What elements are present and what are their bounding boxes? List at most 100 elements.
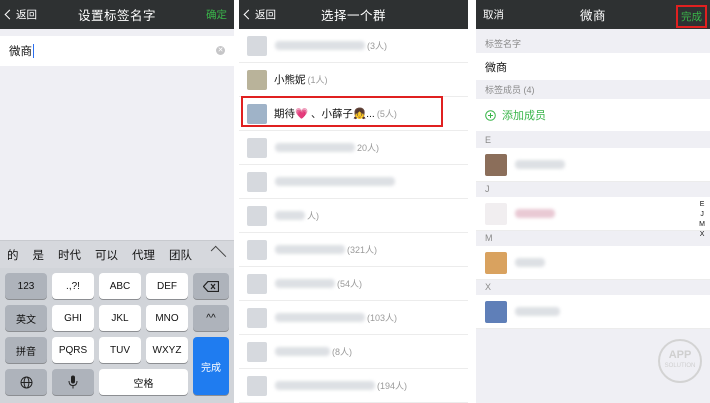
- candidate-item[interactable]: 可以: [88, 247, 125, 263]
- section-letter: X: [485, 282, 492, 292]
- chevron-up-icon[interactable]: [210, 245, 227, 262]
- chevron-left-icon: [243, 9, 254, 20]
- input-value: 微商: [9, 46, 32, 58]
- group-avatar: [247, 273, 267, 294]
- key-123[interactable]: 123: [5, 273, 47, 299]
- group-row[interactable]: (3人): [239, 29, 468, 63]
- key-mno[interactable]: MNO: [146, 305, 188, 331]
- add-member-button[interactable]: 添加成员: [476, 99, 710, 131]
- group-count: (8人): [332, 347, 352, 357]
- blurred-name: [515, 160, 565, 169]
- key-done[interactable]: 完成: [193, 337, 229, 395]
- microphone-icon: [68, 375, 78, 389]
- index-letter[interactable]: X: [699, 230, 705, 240]
- candidate-item[interactable]: 团队: [162, 247, 199, 263]
- member-row[interactable]: [476, 246, 710, 280]
- alphabet-index[interactable]: E J M X: [699, 200, 705, 240]
- members-header: 标签成员 (4): [485, 84, 535, 95]
- tag-name-input[interactable]: 微商 ✕: [0, 36, 234, 66]
- key-wxyz[interactable]: WXYZ: [146, 337, 188, 363]
- back-button[interactable]: 返回: [4, 0, 37, 29]
- add-circle-icon: [485, 109, 496, 121]
- confirm-button[interactable]: 确定: [206, 0, 227, 29]
- key-pqrs[interactable]: PQRS: [52, 337, 94, 363]
- text-cursor: [33, 44, 34, 58]
- tag-name-field[interactable]: 微商: [476, 53, 710, 80]
- tag-detail-screen: 取消 微商 完成 标签名字 微商 标签成员 (4) 添加成员 E J M X E…: [476, 0, 710, 403]
- backspace-key[interactable]: [193, 273, 229, 299]
- selection-highlight: [241, 96, 443, 127]
- group-row[interactable]: 人): [239, 199, 468, 233]
- index-letter[interactable]: J: [699, 210, 705, 220]
- section-letter: M: [485, 233, 493, 243]
- key-def[interactable]: DEF: [146, 273, 188, 299]
- key-pinyin[interactable]: 拼音: [5, 337, 47, 363]
- member-row[interactable]: [476, 148, 710, 182]
- blurred-name: [275, 279, 335, 288]
- blurred-name: [275, 381, 375, 390]
- key-english[interactable]: 英文: [5, 305, 47, 331]
- group-count: (103人): [367, 313, 398, 323]
- member-row[interactable]: [476, 295, 710, 329]
- cancel-button[interactable]: 取消: [483, 0, 504, 29]
- select-group-screen: 返回 选择一个群 (3人) 小熊妮 (1人) 期待💗 、小薛子👧... (5人)…: [239, 0, 468, 403]
- key-abc[interactable]: ABC: [99, 273, 141, 299]
- blurred-name: [275, 347, 330, 356]
- done-button[interactable]: 完成: [676, 5, 707, 28]
- candidate-item[interactable]: 是: [26, 247, 52, 263]
- blurred-name: [515, 258, 545, 267]
- member-row[interactable]: [476, 197, 710, 231]
- key-jkl[interactable]: JKL: [99, 305, 141, 331]
- group-avatar: [247, 375, 267, 396]
- candidate-item[interactable]: 代理: [125, 247, 162, 263]
- nav-bar: 返回 设置标签名字 确定: [0, 0, 234, 29]
- mic-key[interactable]: [52, 369, 94, 395]
- group-avatar: [247, 171, 267, 192]
- section-letter: E: [485, 135, 492, 145]
- group-row[interactable]: (8人): [239, 335, 468, 369]
- candidate-item[interactable]: 时代: [51, 247, 88, 263]
- globe-key[interactable]: [5, 369, 47, 395]
- blurred-name: [275, 143, 355, 152]
- key-ghi[interactable]: GHI: [52, 305, 94, 331]
- chevron-left-icon: [4, 9, 15, 20]
- backspace-icon: [203, 280, 219, 292]
- blurred-name: [275, 41, 365, 50]
- tag-name-header: 标签名字: [485, 38, 522, 49]
- watermark-sub: SOLUTION: [664, 363, 696, 369]
- blurred-name: [515, 307, 560, 316]
- key-emoji[interactable]: ^^: [193, 305, 229, 331]
- blurred-name: [275, 177, 395, 186]
- index-letter[interactable]: M: [699, 220, 705, 230]
- back-button[interactable]: 返回: [243, 0, 276, 29]
- group-avatar: [247, 205, 267, 226]
- page-title: 选择一个群: [320, 9, 386, 23]
- group-count: (1人): [307, 75, 328, 85]
- group-row[interactable]: (54人): [239, 267, 468, 301]
- page-title: 微商: [579, 9, 606, 23]
- page-title: 设置标签名字: [77, 9, 156, 23]
- group-avatar: [247, 137, 267, 158]
- add-member-label: 添加成员: [502, 110, 546, 122]
- candidate-bar: 的 是 时代 可以 代理 团队: [0, 240, 234, 268]
- key-punct[interactable]: .,?!: [52, 273, 94, 299]
- key-space[interactable]: 空格: [99, 369, 188, 395]
- group-row[interactable]: 小熊妮 (1人): [239, 63, 468, 97]
- group-row[interactable]: (194人): [239, 369, 468, 403]
- watermark-main: APP: [668, 349, 692, 361]
- key-tuv[interactable]: TUV: [99, 337, 141, 363]
- group-avatar: [247, 239, 267, 260]
- clear-icon[interactable]: ✕: [216, 46, 225, 55]
- set-tag-name-screen: 返回 设置标签名字 确定 微商 ✕ 的 是 时代 可以 代理 团队 123 .,…: [0, 0, 234, 403]
- group-row[interactable]: (103人): [239, 301, 468, 335]
- group-row[interactable]: 20人): [239, 131, 468, 165]
- index-letter[interactable]: E: [699, 200, 705, 210]
- group-row[interactable]: [239, 165, 468, 199]
- candidate-item[interactable]: 的: [0, 247, 26, 263]
- group-avatar: [247, 69, 267, 90]
- group-row[interactable]: (321人): [239, 233, 468, 267]
- member-avatar: [485, 300, 507, 323]
- member-avatar: [485, 153, 507, 176]
- blurred-name: [515, 209, 555, 218]
- group-name: 小熊妮: [274, 74, 306, 86]
